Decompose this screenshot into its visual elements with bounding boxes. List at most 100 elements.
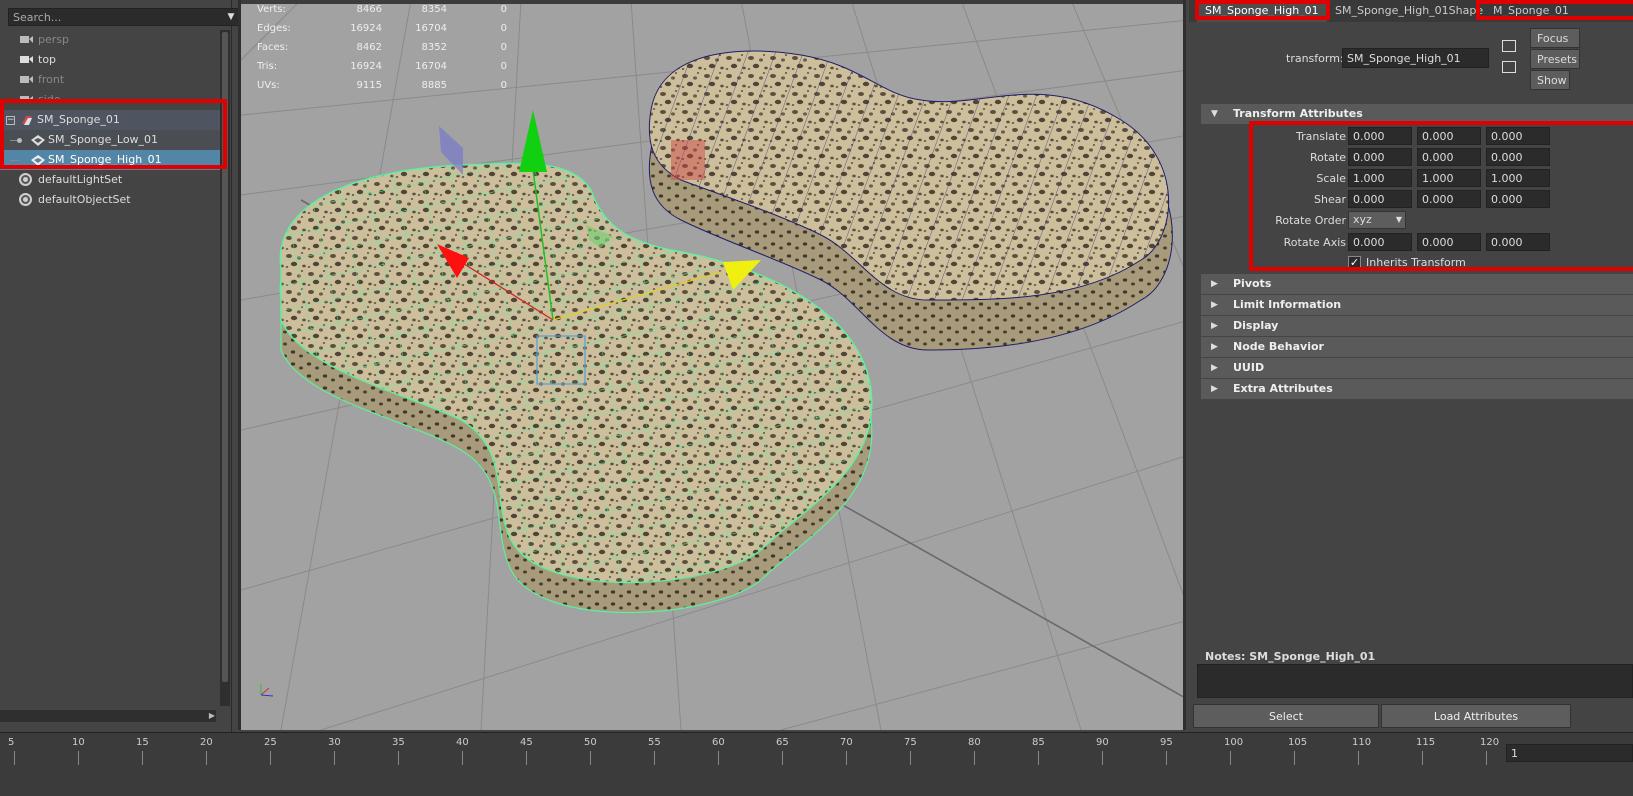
attr-row-rotate-axis: Rotate Axis xyxy=(1201,233,1633,254)
timeline-tick-label: 40 xyxy=(456,737,469,748)
outliner-item-label: side xyxy=(38,93,61,106)
focus-node-icon[interactable] xyxy=(1502,40,1516,52)
hud-row-verts: Verts: 8466 8354 0 xyxy=(257,0,517,19)
timeline-tick xyxy=(1166,751,1167,765)
scroll-right-arrow-icon[interactable]: ▶ xyxy=(206,710,218,722)
viewport-3d[interactable]: Verts: 8466 8354 0 Edges: 16924 16704 0 … xyxy=(238,0,1186,730)
inherits-transform-checkbox[interactable]: ✓ xyxy=(1348,256,1361,269)
timeline-tick xyxy=(1102,751,1103,765)
outliner-scroll-thumb[interactable] xyxy=(222,32,228,682)
scale-x-field[interactable] xyxy=(1348,169,1412,187)
attr-label: Translate xyxy=(1296,130,1346,143)
outliner-item-front[interactable]: front xyxy=(0,70,230,90)
shear-z-field[interactable] xyxy=(1486,190,1550,208)
section-pivots[interactable]: ▶ Pivots xyxy=(1201,274,1633,294)
search-input[interactable] xyxy=(8,8,240,26)
rotate-order-dropdown[interactable]: xyz ▼ xyxy=(1348,211,1406,229)
section-node-behavior[interactable]: ▶ Node Behavior xyxy=(1201,337,1633,357)
rotate-axis-y-field[interactable] xyxy=(1417,233,1481,251)
outliner-item-default-light-set[interactable]: defaultLightSet xyxy=(0,170,230,190)
scene-canvas xyxy=(241,0,1183,730)
outliner-item-sm-sponge-01[interactable]: − SM_Sponge_01 xyxy=(0,110,230,130)
rotate-axis-z-field[interactable] xyxy=(1486,233,1550,251)
timeline-tick-label: 65 xyxy=(776,737,789,748)
scale-z-field[interactable] xyxy=(1486,169,1550,187)
outliner-panel: ▼ persp top front side − SM_Sponge_01 SM xyxy=(0,0,240,760)
section-label: Limit Information xyxy=(1233,298,1342,311)
focus-button[interactable]: Focus xyxy=(1530,28,1580,48)
outliner-item-side[interactable]: side xyxy=(0,90,230,110)
section-label: Transform Attributes xyxy=(1233,107,1363,120)
section-limit-information[interactable]: ▶ Limit Information xyxy=(1201,295,1633,315)
hud-label: Faces: xyxy=(257,42,289,53)
outliner-item-persp[interactable]: persp xyxy=(0,30,230,50)
hud-label: UVs: xyxy=(257,80,280,91)
tab-material-node[interactable]: M_Sponge_01 xyxy=(1485,0,1577,22)
timeline-tick xyxy=(462,751,463,765)
presets-node-icon[interactable] xyxy=(1502,61,1516,73)
attr-label: Scale xyxy=(1316,172,1346,185)
attr-row-translate: Translate xyxy=(1201,127,1633,148)
timeline-tick xyxy=(1358,751,1359,765)
current-frame-field[interactable] xyxy=(1506,744,1633,762)
outliner-item-label: top xyxy=(38,53,57,66)
hud-label: Verts: xyxy=(257,4,286,15)
presets-button[interactable]: Presets xyxy=(1530,49,1580,69)
translate-y-field[interactable] xyxy=(1417,127,1481,145)
hud-value: 8462 xyxy=(356,42,382,53)
outliner-item-label: defaultLightSet xyxy=(38,173,123,186)
translate-x-field[interactable] xyxy=(1348,127,1412,145)
camera-icon xyxy=(20,76,33,83)
timeline-tick xyxy=(1294,751,1295,765)
rotate-axis-x-field[interactable] xyxy=(1348,233,1412,251)
hud-value: 8354 xyxy=(421,4,447,15)
view-axis-icon xyxy=(260,684,274,697)
section-display[interactable]: ▶ Display xyxy=(1201,316,1633,336)
hud-value: 0 xyxy=(500,61,507,72)
hud-value: 16704 xyxy=(415,61,447,72)
timeline-tick xyxy=(782,751,783,765)
hud-value: 0 xyxy=(500,4,507,15)
time-slider[interactable]: 5 10 15 20 25 30 35 40 45 50 55 60 65 70… xyxy=(0,732,1633,796)
timeline-tick xyxy=(334,751,335,765)
outliner-item-top[interactable]: top xyxy=(0,50,230,70)
section-label: UUID xyxy=(1233,361,1265,374)
attr-row-scale: Scale xyxy=(1201,169,1633,190)
outliner-item-default-object-set[interactable]: defaultObjectSet xyxy=(0,190,230,210)
notes-field[interactable] xyxy=(1197,664,1633,698)
section-label: Extra Attributes xyxy=(1233,382,1333,395)
set-icon xyxy=(19,193,32,206)
rotate-z-field[interactable] xyxy=(1486,148,1550,166)
tab-transform-node[interactable]: SM_Sponge_High_01 xyxy=(1197,0,1327,22)
section-transform-attributes[interactable]: ▼ Transform Attributes xyxy=(1201,104,1633,124)
select-button[interactable]: Select xyxy=(1193,704,1379,728)
translate-z-field[interactable] xyxy=(1486,127,1550,145)
outliner-item-sm-sponge-high-01[interactable]: SM_Sponge_High_01 xyxy=(0,150,230,170)
outliner-item-label: defaultObjectSet xyxy=(38,193,131,206)
timeline-tick-label: 70 xyxy=(840,737,853,748)
collapsed-triangle-icon: ▶ xyxy=(1211,342,1218,352)
load-attributes-button[interactable]: Load Attributes xyxy=(1381,704,1571,728)
chevron-down-icon: ▼ xyxy=(1395,215,1402,224)
section-extra-attributes[interactable]: ▶ Extra Attributes xyxy=(1201,379,1633,399)
timeline-tick-label: 10 xyxy=(72,737,85,748)
timeline-tick-label: 50 xyxy=(584,737,597,748)
collapsed-triangle-icon: ▶ xyxy=(1211,279,1218,289)
scale-y-field[interactable] xyxy=(1417,169,1481,187)
tab-shape-node[interactable]: SM_Sponge_High_01Shape xyxy=(1327,0,1491,22)
shear-x-field[interactable] xyxy=(1348,190,1412,208)
rotate-y-field[interactable] xyxy=(1417,148,1481,166)
timeline-tick-label: 95 xyxy=(1160,737,1173,748)
camera-icon xyxy=(20,36,33,43)
show-button[interactable]: Show xyxy=(1530,70,1570,90)
timeline-tick-label: 60 xyxy=(712,737,725,748)
shear-y-field[interactable] xyxy=(1417,190,1481,208)
collapse-toggle-icon[interactable]: − xyxy=(6,116,15,125)
outliner-item-sm-sponge-low-01[interactable]: SM_Sponge_Low_01 xyxy=(0,130,230,150)
transform-name-field[interactable] xyxy=(1342,48,1489,68)
outliner-horizontal-scrollbar[interactable] xyxy=(0,710,216,722)
poly-count-hud: Verts: 8466 8354 0 Edges: 16924 16704 0 … xyxy=(257,0,517,95)
transform-label: transform: xyxy=(1286,52,1344,65)
section-uuid[interactable]: ▶ UUID xyxy=(1201,358,1633,378)
rotate-x-field[interactable] xyxy=(1348,148,1412,166)
